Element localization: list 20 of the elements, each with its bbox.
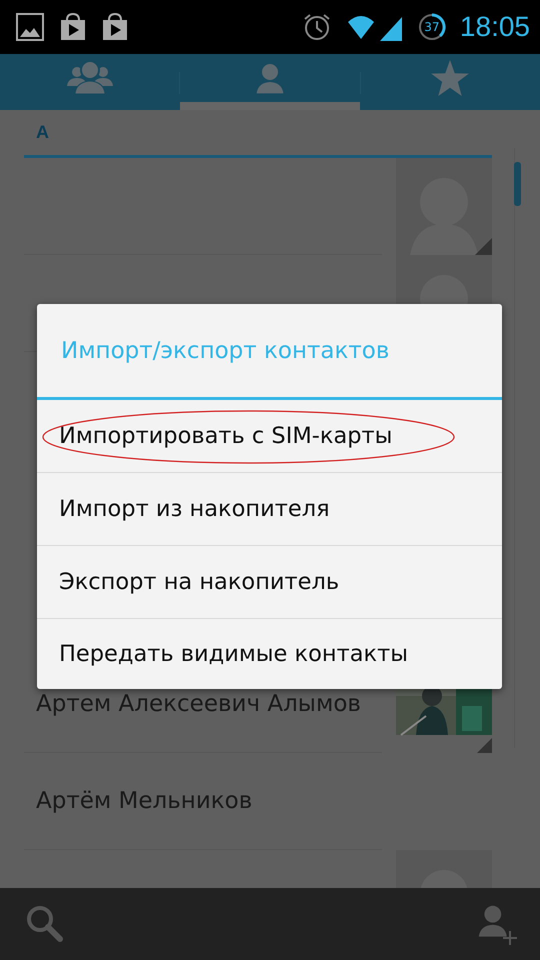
menu-item[interactable]: Импортировать с SIM-карты bbox=[37, 400, 502, 473]
alarm-icon bbox=[302, 12, 332, 42]
group-icon bbox=[66, 60, 114, 96]
menu-item[interactable]: Экспорт на накопитель bbox=[37, 546, 502, 619]
menu-item[interactable]: Передать видимые контакты bbox=[37, 619, 502, 689]
battery-icon bbox=[418, 13, 446, 41]
menu-item[interactable]: Импорт из накопителя bbox=[37, 473, 502, 546]
battery-level: 37 bbox=[424, 20, 440, 34]
clock-time: 18:05 bbox=[460, 11, 530, 43]
store-bag-icon bbox=[59, 12, 87, 42]
star-icon bbox=[431, 60, 470, 96]
section-letter: A bbox=[35, 122, 49, 143]
signal-icon bbox=[346, 13, 404, 41]
scrollbar-thumb[interactable] bbox=[514, 162, 521, 206]
gallery-icon bbox=[15, 12, 45, 42]
add-contact-icon[interactable] bbox=[476, 903, 518, 945]
dialog-title: Импорт/экспорт контактов bbox=[60, 338, 390, 364]
store-bag-icon bbox=[101, 12, 129, 42]
person-icon bbox=[254, 61, 286, 95]
search-icon[interactable] bbox=[26, 905, 64, 943]
